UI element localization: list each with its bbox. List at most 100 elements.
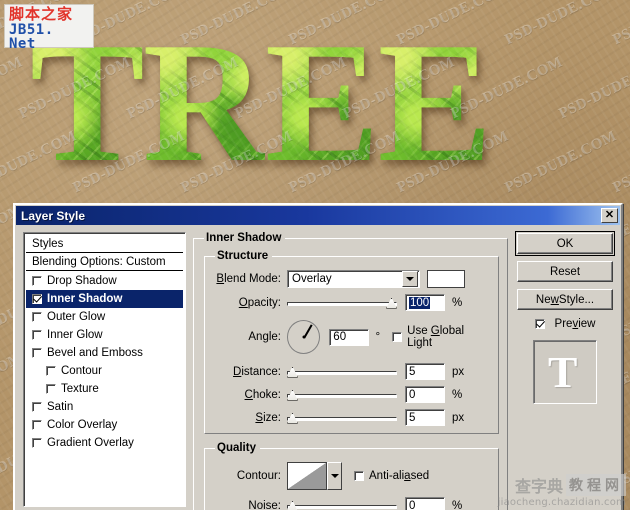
opacity-slider[interactable] (287, 297, 397, 309)
sidebar-item-label: Bevel and Emboss (47, 347, 143, 359)
preview-checkbox[interactable] (534, 319, 545, 329)
styles-list-header[interactable]: Styles (26, 235, 183, 253)
sidebar-item-texture[interactable]: Texture (26, 380, 183, 398)
sidebar-item-bevel-and-emboss[interactable]: Bevel and Emboss (26, 344, 183, 362)
inner-shadow-group: Inner Shadow Structure Blend Mode: Overl… (193, 232, 508, 510)
opacity-unit: % (452, 296, 463, 309)
screenshot-root: T R E E PSD-DUDE.COM PSD-DUDE.COM PSD-DUDE… (0, 0, 630, 510)
chevron-down-icon[interactable] (402, 271, 418, 287)
distance-slider-track (287, 370, 397, 375)
watermark-text: PSD-DUDE.COM (286, 128, 404, 197)
dialog-actions: OK Reset Ne w Style... Preview T (515, 231, 615, 507)
blend-mode-row: Blend Mode: Overlay (215, 270, 490, 288)
structure-group: Structure Blend Mode: Overlay Opacity: 1… (204, 250, 499, 434)
angle-input[interactable]: 60 (329, 328, 369, 346)
tree-letter-r: R (142, 8, 265, 198)
close-icon[interactable]: ✕ (601, 208, 618, 223)
watermark-text: PSD-DUDE.COM (502, 128, 620, 197)
sidebar-item-color-overlay[interactable]: Color Overlay (26, 416, 183, 434)
sidebar-item-label: Texture (61, 383, 99, 395)
opacity-label: Opacity: (238, 296, 281, 309)
distance-input[interactable]: 5 (405, 363, 445, 380)
choke-unit: % (452, 388, 463, 401)
contour-chevron-down-icon[interactable] (327, 462, 342, 490)
anti-aliased-label: Anti-aliased (369, 470, 430, 482)
sidebar-item-outer-glow[interactable]: Outer Glow (26, 308, 183, 326)
watermark-text: PSD-DUDE.COM (124, 54, 242, 123)
sidebar-item-blending-options[interactable]: Blending Options: Custom (26, 253, 183, 271)
opacity-slider-track (287, 301, 397, 306)
checkbox-gradient-overlay[interactable] (32, 438, 42, 448)
sidebar-item-contour[interactable]: Contour (26, 362, 183, 380)
angle-dial[interactable] (287, 320, 321, 354)
anti-aliased-checkbox[interactable] (354, 471, 364, 481)
choke-label: Choke: (244, 388, 281, 401)
blend-mode-label: Blend Mode: (216, 273, 281, 285)
checkbox-inner-glow[interactable] (32, 330, 42, 340)
noise-label: Noise: (248, 499, 281, 510)
dialog-titlebar[interactable]: Layer Style ✕ (16, 206, 620, 225)
angle-label: Angle: (248, 331, 281, 343)
dialog-body: Styles Blending Options: Custom Drop Sha… (15, 225, 621, 510)
choke-row: Choke: 0 % (215, 386, 490, 403)
blend-mode-select[interactable]: Overlay (287, 270, 420, 288)
watermark-text: PSD-DUDE.COM (556, 54, 630, 123)
watermark-text: PSD-DUDE.COM (0, 54, 26, 123)
size-row: Size: 5 px (215, 409, 490, 426)
sidebar-item-label: Inner Glow (47, 329, 103, 341)
preview-label: Preview (554, 318, 596, 330)
size-input[interactable]: 5 (405, 409, 445, 426)
checkbox-drop-shadow[interactable] (32, 276, 42, 286)
checkbox-texture[interactable] (46, 384, 56, 394)
checkbox-outer-glow[interactable] (32, 312, 42, 322)
sidebar-item-satin[interactable]: Satin (26, 398, 183, 416)
jb51-logo-cn: 脚本之家 (9, 5, 74, 23)
styles-list[interactable]: Styles Blending Options: Custom Drop Sha… (23, 232, 186, 507)
distance-row: Distance: 5 px (215, 363, 490, 380)
size-slider[interactable] (287, 412, 397, 424)
quality-group: Quality Contour: Anti-aliased Noise: 0 % (204, 442, 499, 510)
watermark-text: PSD-DUDE.COM (178, 0, 296, 49)
sidebar-item-drop-shadow[interactable]: Drop Shadow (26, 272, 183, 290)
use-global-light-row[interactable]: Use Global Light (392, 325, 490, 349)
choke-slider-track (287, 393, 397, 398)
checkbox-satin[interactable] (32, 402, 42, 412)
checkbox-inner-shadow[interactable] (32, 294, 42, 304)
watermark-text: PSD-DUDE.COM (502, 0, 620, 49)
watermark-text: PSD-DUDE.COM (178, 128, 296, 197)
use-global-light-checkbox[interactable] (392, 332, 403, 342)
blend-color-swatch[interactable] (427, 270, 465, 288)
reset-button[interactable]: Reset (517, 261, 613, 282)
choke-input[interactable]: 0 (405, 386, 445, 403)
size-unit: px (452, 411, 465, 424)
sidebar-item-inner-shadow[interactable]: Inner Shadow (26, 290, 183, 308)
noise-slider[interactable] (287, 500, 397, 510)
checkbox-bevel-and-emboss[interactable] (32, 348, 42, 358)
distance-slider[interactable] (287, 366, 397, 378)
sidebar-item-label: Satin (47, 401, 74, 413)
anti-aliased-row[interactable]: Anti-aliased (354, 470, 429, 482)
preview-thumbnail: T (533, 340, 597, 404)
size-slider-track (287, 416, 397, 421)
checkbox-contour[interactable] (46, 366, 56, 376)
checkbox-color-overlay[interactable] (32, 420, 42, 430)
ok-button[interactable]: OK (515, 231, 615, 256)
sidebar-item-label: Gradient Overlay (47, 437, 134, 449)
sidebar-item-inner-glow[interactable]: Inner Glow (26, 326, 183, 344)
use-global-light-label: Use Global Light (407, 325, 465, 349)
preview-row[interactable]: Preview (534, 318, 596, 330)
opacity-input[interactable]: 100 (405, 294, 445, 311)
contour-preview[interactable] (287, 462, 327, 490)
watermark-text: PSD-DUDE.COM (340, 54, 458, 123)
angle-dial-hub (302, 335, 306, 339)
choke-slider[interactable] (287, 389, 397, 401)
sidebar-item-gradient-overlay[interactable]: Gradient Overlay (26, 434, 183, 452)
watermark-text: PSD-DUDE.COM (232, 54, 350, 123)
size-label: Size: (255, 411, 281, 424)
effect-settings-panel: Inner Shadow Structure Blend Mode: Overl… (193, 232, 508, 510)
tree-letter-e1: E (264, 8, 378, 198)
preview-thumbnail-glyph: T (548, 348, 578, 397)
watermark-text: PSD-DUDE.COM (610, 0, 630, 49)
new-style-button[interactable]: Ne w Style... (517, 289, 613, 310)
noise-input[interactable]: 0 (405, 497, 445, 510)
